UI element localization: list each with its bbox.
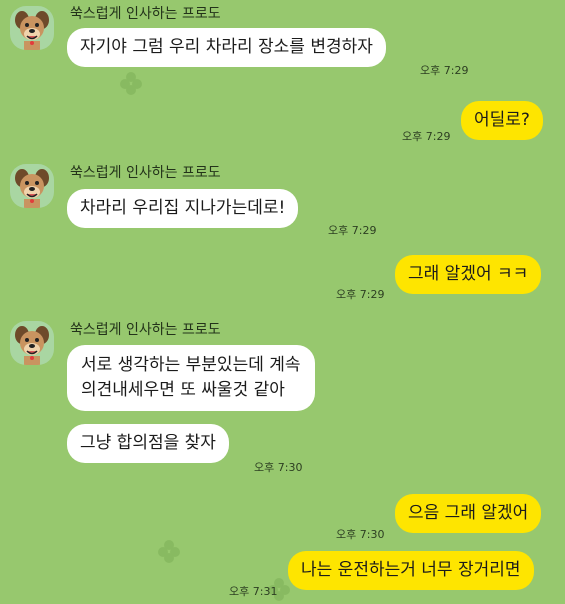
message-time: 오후 7:29 (402, 130, 451, 143)
message-line: 의견내세우면 또 싸울것 같아 (81, 380, 285, 400)
avatar[interactable] (10, 164, 54, 208)
clover-decoration-icon (120, 72, 142, 95)
frodo-dog-avatar-icon (15, 326, 49, 365)
message-bubble[interactable]: 그냥 합의점을 찾자 (67, 424, 229, 463)
message-time: 오후 7:30 (336, 528, 385, 541)
message-bubble[interactable]: 자기야 그럼 우리 차라리 장소를 변경하자 (67, 28, 386, 67)
sender-name: 쑥스럽게 인사하는 프로도 (70, 6, 221, 22)
message-bubble[interactable]: 어딜로? (461, 101, 543, 140)
frodo-dog-avatar-icon (15, 169, 49, 208)
message-line: 서로 생각하는 부분있는데 계속 (81, 355, 301, 375)
message-time: 오후 7:29 (420, 64, 469, 77)
message-bubble[interactable]: 으음 그래 알겠어 (395, 494, 542, 533)
avatar[interactable] (10, 6, 54, 50)
message-time: 오후 7:29 (336, 288, 385, 301)
frodo-dog-avatar-icon (15, 11, 49, 50)
sender-name: 쑥스럽게 인사하는 프로도 (70, 322, 221, 338)
message-bubble[interactable]: 서로 생각하는 부분있는데 계속 의견내세우면 또 싸울것 같아 (67, 345, 315, 411)
avatar[interactable] (10, 321, 54, 365)
message-time: 오후 7:29 (328, 224, 377, 237)
sender-name: 쑥스럽게 인사하는 프로도 (70, 165, 221, 181)
message-bubble[interactable]: 차라리 우리집 지나가는데로! (67, 189, 299, 228)
message-time: 오후 7:30 (254, 461, 303, 474)
message-bubble[interactable]: 그래 알겠어 ㅋㅋ (395, 255, 542, 294)
message-bubble[interactable]: 나는 운전하는거 너무 장거리면 (288, 551, 534, 590)
clover-decoration-icon (158, 540, 180, 563)
message-time: 오후 7:31 (229, 585, 278, 598)
